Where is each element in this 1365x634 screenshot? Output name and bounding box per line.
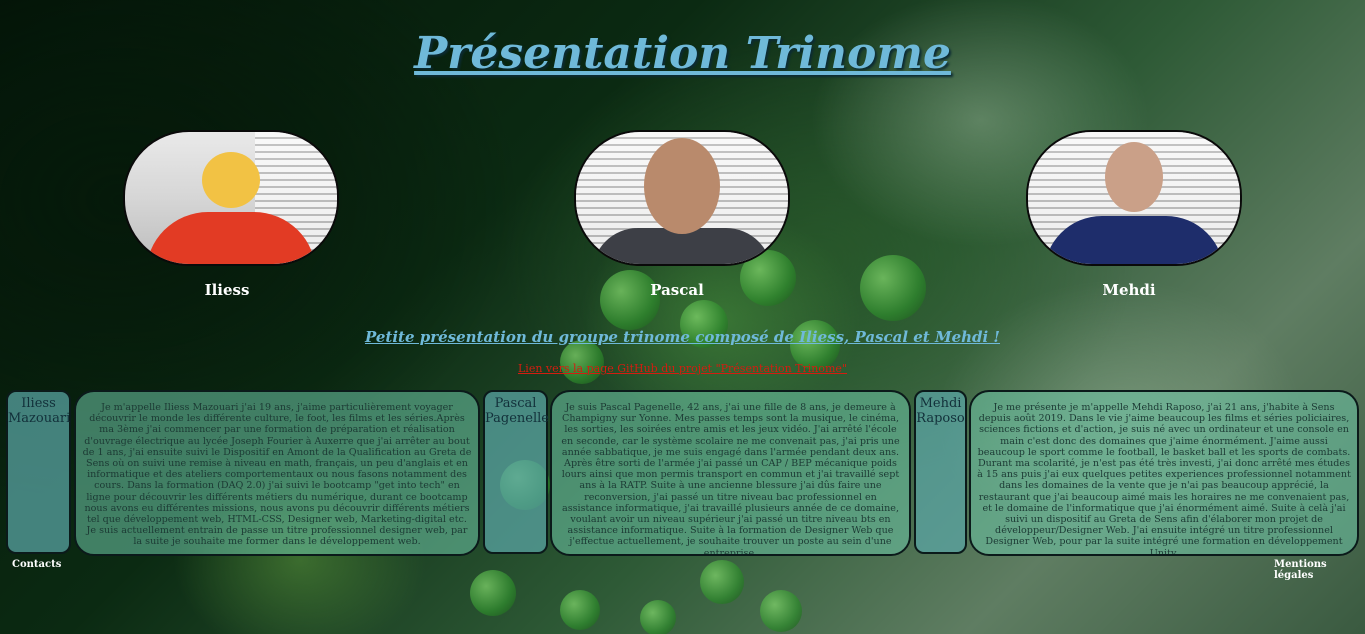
github-project-link[interactable]: Lien vers la page GitHub du projet "Prés… xyxy=(0,362,1365,375)
page-title: Présentation Trinome xyxy=(414,28,951,79)
background-berry xyxy=(860,255,926,321)
person-face xyxy=(1105,142,1163,212)
member-name-mehdi: Mehdi xyxy=(1102,281,1156,299)
member-fullname-pascal: Pascal Pagenelle xyxy=(483,390,549,554)
background-berry xyxy=(640,600,676,634)
legal-notice-link[interactable]: Mentions légales xyxy=(1274,559,1365,581)
member-name-iliess: Iliess xyxy=(204,281,250,299)
member-photo-iliess xyxy=(123,130,339,266)
member-bio-mehdi: Je me présente je m'appelle Mehdi Raposo… xyxy=(969,390,1359,556)
background-berry xyxy=(700,560,744,604)
member-fullname-mehdi: Mehdi Raposo xyxy=(914,390,967,554)
member-photo-mehdi xyxy=(1026,130,1242,266)
person-face xyxy=(202,152,260,208)
background-berry xyxy=(600,270,660,330)
background-berry xyxy=(760,590,802,632)
member-name-pascal: Pascal xyxy=(650,281,704,299)
member-bio-iliess: Je m'appelle Iliess Mazouari j'ai 19 ans… xyxy=(74,390,480,556)
background-berry xyxy=(470,570,516,616)
member-fullname-iliess: Iliess Mazouari xyxy=(6,390,71,554)
background-berry xyxy=(560,590,600,630)
page-subtitle: Petite présentation du groupe trinome co… xyxy=(364,328,1001,346)
person-face xyxy=(644,138,720,234)
member-bio-pascal: Je suis Pascal Pagenelle, 42 ans, j'ai u… xyxy=(550,390,911,556)
member-photo-pascal xyxy=(574,130,790,266)
contacts-link[interactable]: Contacts xyxy=(12,559,61,570)
